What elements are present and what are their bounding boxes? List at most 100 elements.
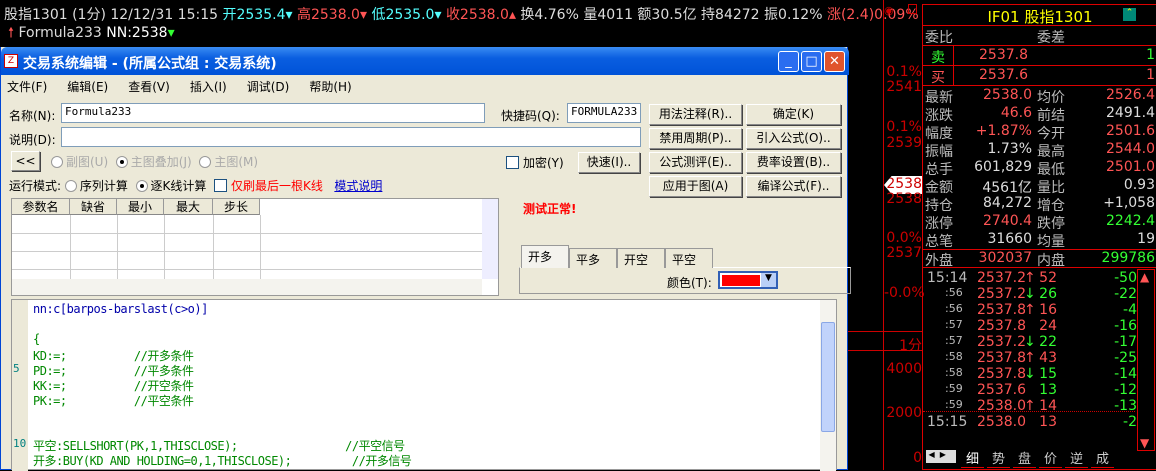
table-hscrollbar[interactable] xyxy=(12,279,482,295)
dialog-button[interactable]: 编译公式(F).. xyxy=(746,176,841,197)
signal-tab[interactable]: 平空 xyxy=(665,248,713,268)
tick-scrollbar[interactable]: ▲ ▼ xyxy=(1137,269,1155,451)
collapse-button[interactable]: << xyxy=(11,151,40,171)
dialog-button[interactable]: 确定(K) xyxy=(746,104,841,125)
menu-item[interactable]: 查看(V) xyxy=(128,80,170,94)
info-segment: ▾ xyxy=(434,7,446,23)
mode-help-link[interactable]: 模式说明 xyxy=(334,179,382,193)
panel-tab[interactable]: 成 xyxy=(1091,448,1115,468)
column-header[interactable]: 缺省 xyxy=(70,199,117,215)
fast-button[interactable]: 快速(I).. xyxy=(578,152,640,173)
info-segment: 股指1301 (1分) 12/12/31 15:15 xyxy=(4,7,223,23)
panel-tab[interactable]: 价 xyxy=(1039,448,1063,468)
close-button[interactable]: ✕ xyxy=(824,51,845,72)
code-line: { xyxy=(33,332,40,346)
scroll-down-icon[interactable]: ▼ xyxy=(1140,436,1149,450)
code-editor[interactable]: nn:c[barpos-barslast(c>o)]{KD:=; //开多条件 5… xyxy=(11,299,837,471)
quote-label: 今开 xyxy=(1037,126,1065,142)
menu-item[interactable]: 调试(D) xyxy=(247,80,290,94)
signal-tab[interactable]: 开多 xyxy=(521,245,569,268)
tick-arrow: ↓ xyxy=(1024,366,1036,382)
dialog-button[interactable]: 应用于图(A) xyxy=(649,176,742,197)
name-input[interactable]: Formula233 xyxy=(61,103,485,123)
radio-sub-chart[interactable] xyxy=(51,156,63,168)
hotkey-label: 快捷码(Q): xyxy=(501,109,560,123)
tick-volume: 26 xyxy=(1039,286,1057,302)
info-segment: 低2535.0 xyxy=(371,7,435,23)
minimize-button[interactable]: _ xyxy=(778,51,799,72)
menu-bar: 文件(F) 编辑(E) 查看(V) 插入(I) 调试(D) 帮助(H) xyxy=(7,78,372,95)
run-mode-row: 运行模式: 序列计算 逐K线计算 仅刷最后一根K线 模式说明 xyxy=(9,177,382,194)
encrypt-checkbox[interactable]: 加密(Y) xyxy=(506,154,564,171)
tick-price: 2537.6 xyxy=(977,382,1026,398)
description-input[interactable] xyxy=(61,127,641,147)
signal-tab[interactable]: 平多 xyxy=(569,248,617,268)
dialog-title-bar[interactable]: 交易系统编辑 - (所属公式组 : 交易系统) xyxy=(1,47,849,75)
panel-tab[interactable]: 势 xyxy=(987,448,1011,468)
dialog-button[interactable]: 引入公式(O).. xyxy=(746,128,841,149)
quote-value: 2544.0 xyxy=(1106,141,1155,157)
tab-scroll-arrows[interactable]: ◀ ▶ xyxy=(926,450,956,463)
table-row[interactable] xyxy=(12,269,482,270)
menu-item[interactable]: 插入(I) xyxy=(190,80,227,94)
tick-row: :57 2537.8 24 -16 xyxy=(927,318,1137,334)
menu-item[interactable]: 文件(F) xyxy=(7,80,47,94)
scrollbar-thumb[interactable] xyxy=(821,322,835,432)
quote-value: 31660 xyxy=(987,231,1032,247)
panel-tab[interactable]: 细 xyxy=(961,448,985,468)
quote-label: 最低 xyxy=(1037,162,1065,178)
sell-volume: 1 xyxy=(1146,47,1155,63)
radio-label: 逐K线计算 xyxy=(150,179,207,193)
quote-row: 最新 2538.0 均价 2526.4 xyxy=(925,87,1155,106)
column-header[interactable]: 步长 xyxy=(213,199,260,215)
dialog-button[interactable]: 禁用周期(P).. xyxy=(649,128,742,149)
tick-volume: 22 xyxy=(1039,334,1057,350)
table-scrollbar[interactable] xyxy=(482,199,498,279)
quote-value: 2491.4 xyxy=(1106,105,1155,121)
hotkey-input[interactable]: FORMULA233 xyxy=(567,103,641,123)
parameter-table[interactable]: 参数名 缺省 最小 最大 步长 xyxy=(11,198,499,296)
column-header[interactable]: 最小 xyxy=(117,199,164,215)
chevron-down-icon: ▼ xyxy=(761,273,776,287)
column-header[interactable]: 参数名 xyxy=(12,199,70,215)
quote-label: 金额 xyxy=(925,180,953,196)
quote-row: 涨停 2740.4 跌停 2242.4 xyxy=(925,213,1155,232)
axis-label: 0.0% xyxy=(886,230,922,246)
editor-scrollbar[interactable] xyxy=(820,300,836,471)
quote-label: 前结 xyxy=(1037,108,1065,124)
tick-change: -22 xyxy=(1114,286,1137,302)
menu-item[interactable]: 编辑(E) xyxy=(67,80,108,94)
quote-value: 19 xyxy=(1137,231,1155,247)
radio-main-chart[interactable] xyxy=(199,156,212,168)
window-toggle-icon[interactable] xyxy=(908,4,917,14)
scroll-up-icon[interactable]: ▲ xyxy=(1140,270,1149,284)
quote-row: 幅度 +1.87% 今开 2501.6 xyxy=(925,123,1155,142)
quote-value: 2501.0 xyxy=(1106,159,1155,175)
code-line: PK:=; //平空条件 xyxy=(33,394,194,408)
settings-icon[interactable]: ◉ xyxy=(884,4,894,17)
signal-tab[interactable]: 开空 xyxy=(617,248,665,268)
color-select[interactable]: ▼ xyxy=(718,271,778,289)
maximize-button[interactable]: □ xyxy=(801,51,822,72)
column-header[interactable]: 最大 xyxy=(164,199,213,215)
axis-label: 2000 xyxy=(886,405,922,421)
dialog-button[interactable]: 公式测评(E).. xyxy=(649,152,742,173)
panel-tab[interactable]: 盘 xyxy=(1013,448,1037,468)
radio-per-bar[interactable] xyxy=(135,180,148,192)
quote-label: 增仓 xyxy=(1037,198,1065,214)
tick-time: 15:15 xyxy=(927,414,968,430)
quote-value: 601,829 xyxy=(974,159,1032,175)
expand-icon[interactable]: ⌃ xyxy=(1123,8,1136,21)
tick-row: 15:14 2537.2 ↑ 52 -50 xyxy=(927,270,1137,286)
radio-main-overlay[interactable] xyxy=(115,156,128,168)
menu-item[interactable]: 帮助(H) xyxy=(309,80,351,94)
dialog-button[interactable]: 费率设置(B).. xyxy=(746,152,841,173)
radio-sequence[interactable] xyxy=(64,180,77,192)
chart-mode-radios: 副图(U) 主图叠加(J) 主图(M) xyxy=(51,153,258,170)
dialog-button[interactable]: 用法注释(R).. xyxy=(649,104,742,125)
table-row[interactable] xyxy=(12,233,482,234)
table-row[interactable] xyxy=(12,251,482,252)
panel-tab[interactable]: 逆 xyxy=(1065,448,1089,468)
inner-value: 299786 xyxy=(1101,250,1155,266)
refresh-last-checkbox[interactable] xyxy=(214,179,228,192)
